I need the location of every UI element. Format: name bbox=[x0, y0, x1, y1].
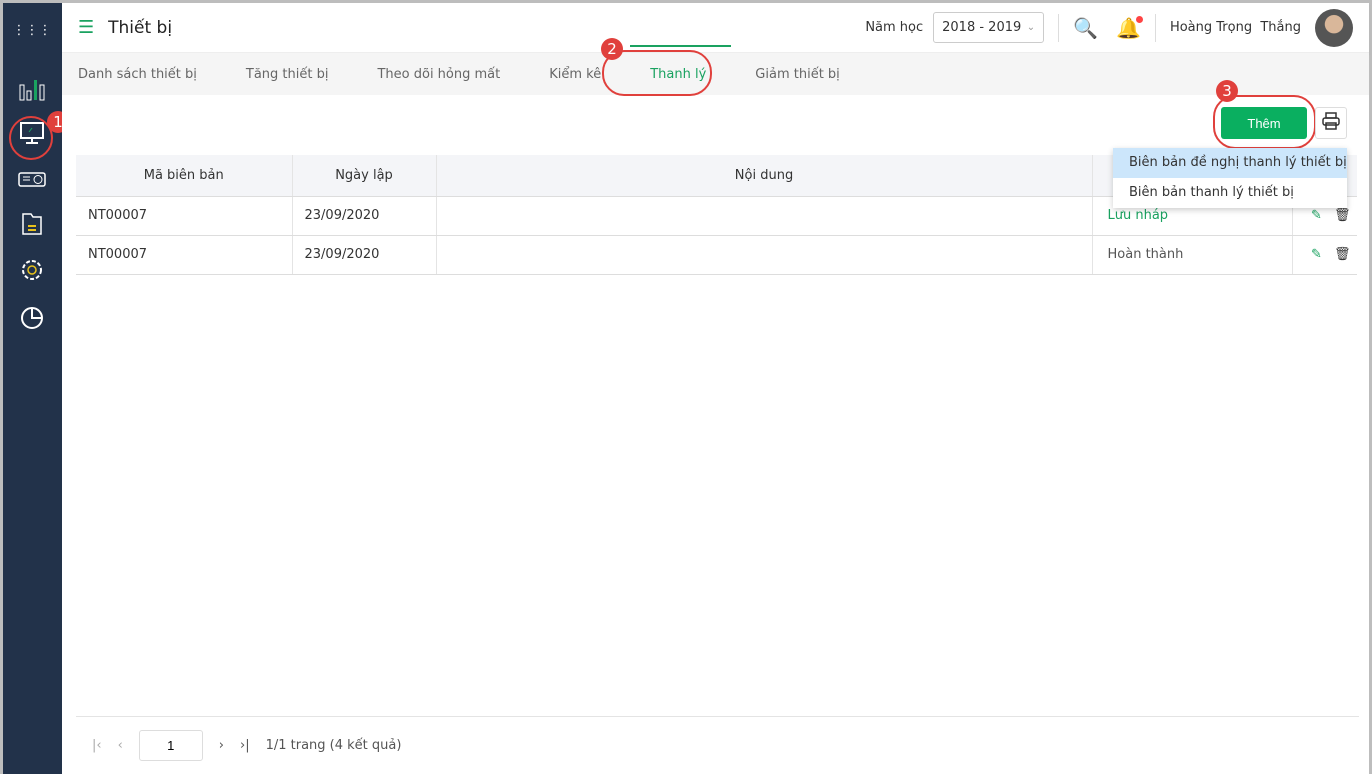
sidebar: ⋮⋮⋮ 1 bbox=[3, 3, 69, 774]
divider bbox=[1154, 13, 1156, 42]
cell-code: NT00007 bbox=[76, 196, 293, 236]
year-label: Năm học bbox=[865, 20, 924, 35]
divider bbox=[1058, 13, 1060, 42]
report-pie-icon[interactable] bbox=[15, 301, 49, 335]
col-header-code: Mã biên bản bbox=[76, 155, 293, 197]
tab-theo-doi[interactable]: Theo dõi hỏng mất bbox=[377, 67, 500, 82]
cell-content bbox=[436, 196, 1093, 236]
page-input[interactable] bbox=[138, 730, 203, 761]
projector-icon[interactable] bbox=[15, 163, 49, 197]
menu-icon[interactable]: ☰ bbox=[78, 17, 94, 38]
table-row[interactable]: NT00007 23/09/2020 Hoàn thành ✎ 🗑 bbox=[76, 235, 1357, 275]
user-name[interactable]: Hoàng Trọng Thắng bbox=[1170, 20, 1301, 35]
dashboard-chart-icon[interactable] bbox=[15, 73, 49, 107]
year-select[interactable]: 2018 - 2019 ⌄ bbox=[933, 12, 1045, 43]
search-analytics-icon[interactable]: 🔍 bbox=[1073, 16, 1098, 40]
tab-bar: Danh sách thiết bị Tăng thiết bị Theo dõ… bbox=[62, 44, 1369, 95]
delete-trash-icon[interactable]: 🗑 bbox=[1334, 247, 1351, 262]
menu-item-de-nghi[interactable]: Biên bản đề nghị thanh lý thiết bị bbox=[1113, 148, 1347, 178]
first-page-icon[interactable]: |‹ bbox=[92, 738, 102, 753]
page-info: 1/1 trang (4 kết quả) bbox=[265, 738, 402, 753]
cell-content bbox=[436, 235, 1093, 275]
cell-date: 23/09/2020 bbox=[292, 196, 437, 236]
tab-kiem-ke[interactable]: Kiểm kê bbox=[549, 67, 601, 82]
prev-page-icon[interactable]: ‹ bbox=[118, 738, 123, 753]
add-dropdown-menu: Biên bản đề nghị thanh lý thiết bị Biên … bbox=[1113, 148, 1347, 208]
tab-danh-sach[interactable]: Danh sách thiết bị bbox=[78, 67, 197, 82]
year-value: 2018 - 2019 bbox=[942, 20, 1022, 35]
cell-code: NT00007 bbox=[76, 235, 293, 275]
annotation-badge-3: 3 bbox=[1216, 80, 1238, 102]
page-title: Thiết bị bbox=[108, 17, 173, 38]
tab-giam[interactable]: Giảm thiết bị bbox=[755, 67, 840, 82]
next-page-icon[interactable]: › bbox=[219, 738, 224, 753]
print-button[interactable] bbox=[1315, 107, 1347, 139]
col-header-content: Nội dung bbox=[436, 155, 1093, 197]
annotation-ring-3 bbox=[1213, 95, 1316, 149]
cell-date: 23/09/2020 bbox=[292, 235, 437, 275]
delete-trash-icon[interactable]: 🗑 bbox=[1334, 208, 1351, 223]
edit-pencil-icon[interactable]: ✎ bbox=[1311, 208, 1322, 223]
annotation-badge-2: 2 bbox=[601, 38, 623, 60]
avatar[interactable] bbox=[1315, 8, 1353, 47]
col-header-date: Ngày lập bbox=[292, 155, 437, 197]
menu-item-thanh-ly[interactable]: Biên bản thanh lý thiết bị bbox=[1113, 178, 1347, 208]
tab-tang[interactable]: Tăng thiết bị bbox=[246, 67, 329, 82]
printer-icon bbox=[1321, 111, 1341, 135]
apps-grid-icon[interactable]: ⋮⋮⋮ bbox=[13, 13, 52, 47]
folder-document-icon[interactable] bbox=[15, 207, 49, 241]
last-page-icon[interactable]: ›| bbox=[240, 738, 250, 753]
pagination: |‹ ‹ › ›| 1/1 trang (4 kết quả) bbox=[76, 716, 1359, 774]
cell-status: Hoàn thành bbox=[1092, 235, 1293, 275]
settings-gear-icon[interactable] bbox=[15, 253, 49, 287]
notification-bell-icon[interactable]: 🔔 bbox=[1116, 15, 1143, 40]
chevron-down-icon: ⌄ bbox=[1026, 22, 1036, 33]
edit-pencil-icon[interactable]: ✎ bbox=[1311, 247, 1322, 262]
